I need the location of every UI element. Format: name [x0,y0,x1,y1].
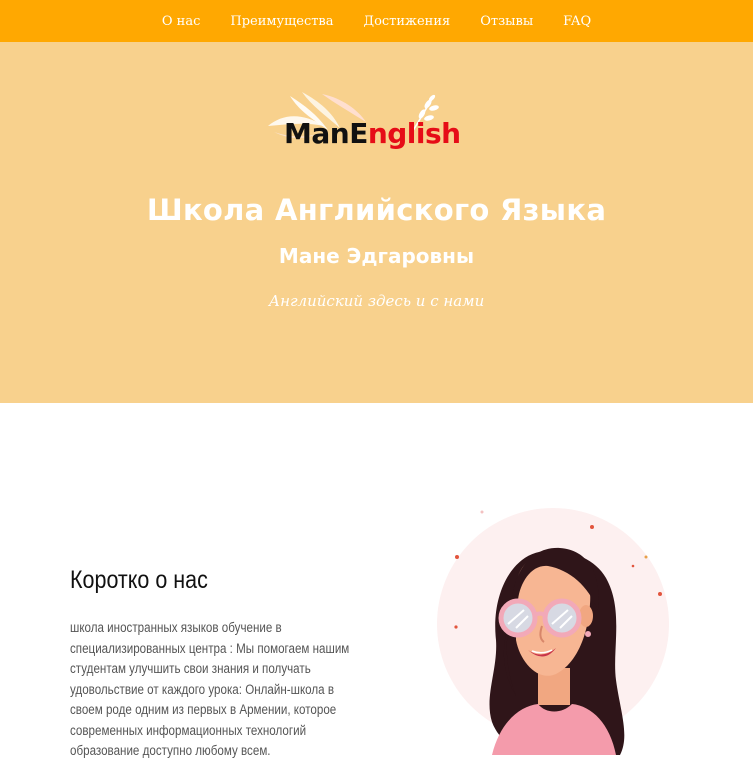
logo-text-dark: ManE [284,117,368,150]
nav-link-faq[interactable]: FAQ [563,14,591,29]
hero-tagline: Английский здесь и с нами [268,292,485,310]
site-logo[interactable]: ManEnglish [262,92,482,162]
woman-avatar-icon [437,508,669,755]
about-section-title: Коротко о нас [70,566,208,594]
top-navigation: О нас Преимущества Достижения Отзывы FAQ [0,0,753,42]
hero-title: Школа Английского Языка [146,193,607,227]
logo-wordmark: ManEnglish [284,120,461,148]
nav-link-achievements[interactable]: Достижения [364,14,451,29]
nav-link-reviews[interactable]: Отзывы [480,14,533,29]
logo-text-red: nglish [367,117,461,150]
nav-link-about[interactable]: О нас [162,14,201,29]
woman-with-glasses-illustration [420,500,690,755]
hero-section: ManEnglish Школа Английского Языка Мане … [0,42,753,403]
hero-subtitle: Мане Эдгаровны [278,244,475,268]
nav-link-advantages[interactable]: Преимущества [230,14,333,29]
about-section-text: школа иностранных языков обучение в спец… [70,620,350,758]
